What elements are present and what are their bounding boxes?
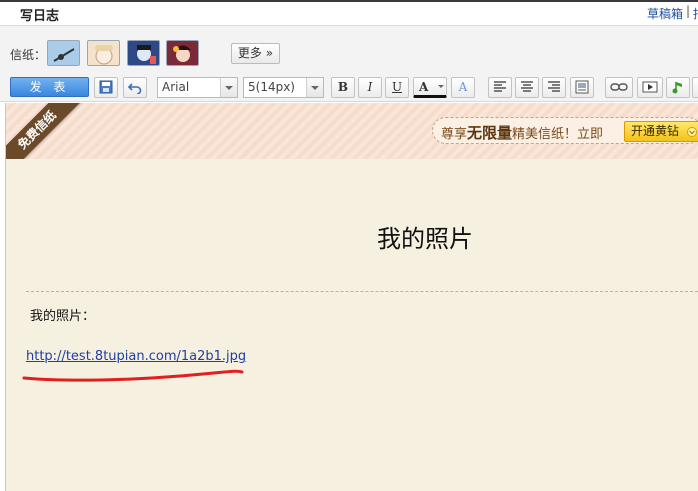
photo-link[interactable]: http://test.8tupian.com/1a2b1.jpg bbox=[26, 349, 246, 364]
font-size-select[interactable]: 5(14px) bbox=[243, 77, 324, 98]
chevron-down-icon bbox=[687, 127, 697, 137]
underline-button[interactable]: U bbox=[385, 77, 409, 98]
font-family-select[interactable]: Arial bbox=[157, 77, 238, 98]
promo-bold: 无限量 bbox=[467, 124, 513, 142]
insert-image-button[interactable] bbox=[570, 77, 594, 98]
title-divider bbox=[26, 291, 698, 292]
top-bar: 写日志 草稿箱 | 指 bbox=[0, 0, 698, 26]
chevron-down-icon bbox=[220, 78, 237, 97]
image-icon bbox=[575, 80, 589, 94]
stationery-thumb-1[interactable] bbox=[47, 40, 80, 66]
promo-button-label: 开通黄钻 bbox=[631, 124, 680, 138]
align-center-button[interactable] bbox=[515, 77, 539, 98]
stationery-row: 信纸： 更多 » bbox=[0, 26, 698, 70]
promo-prefix: 尊享 bbox=[441, 127, 468, 142]
doll-face-icon bbox=[95, 45, 113, 65]
insert-video-button[interactable] bbox=[637, 77, 663, 98]
editor-body[interactable] bbox=[5, 159, 698, 491]
italic-button[interactable]: I bbox=[358, 77, 382, 98]
save-button[interactable] bbox=[94, 77, 118, 98]
red-underline-annotation bbox=[22, 369, 244, 382]
align-right-button[interactable] bbox=[542, 77, 566, 98]
page-title: 写日志 bbox=[20, 9, 60, 24]
promo-text: 尊享无限量精美信纸！立即 bbox=[441, 122, 603, 143]
body-label: 我的照片： bbox=[30, 309, 96, 324]
stationery-thumb-2[interactable] bbox=[87, 40, 120, 66]
promo-suffix: 精美信纸！立即 bbox=[512, 127, 604, 142]
music-note-icon bbox=[672, 82, 682, 94]
video-icon bbox=[642, 81, 658, 93]
header-extra-link[interactable]: 指 bbox=[693, 5, 698, 22]
header-separator: | bbox=[686, 4, 691, 18]
editor-left-border bbox=[5, 103, 6, 491]
more-stationery-button[interactable]: 更多 » bbox=[231, 43, 280, 64]
bold-button[interactable]: B bbox=[331, 77, 355, 98]
editor-toolbar: 发 表 Arial 5(14px) B I U A A bbox=[0, 70, 698, 102]
align-left-icon bbox=[494, 81, 506, 92]
insert-link-button[interactable] bbox=[605, 77, 633, 98]
font-color-button[interactable]: A bbox=[413, 77, 447, 98]
link-icon bbox=[610, 83, 628, 91]
character-icon bbox=[137, 45, 156, 64]
align-left-button[interactable] bbox=[488, 77, 512, 98]
publish-button[interactable]: 发 表 bbox=[10, 77, 89, 97]
font-family-value: Arial bbox=[162, 80, 190, 94]
more-tools-button[interactable] bbox=[692, 77, 698, 98]
font-size-value: 5(14px) bbox=[248, 80, 295, 94]
stationery-thumb-4[interactable] bbox=[166, 40, 199, 66]
undo-button[interactable] bbox=[123, 77, 147, 98]
chevron-down-icon bbox=[306, 78, 323, 97]
stationery-thumb-3[interactable] bbox=[127, 40, 160, 66]
stationery-label: 信纸： bbox=[10, 48, 47, 62]
document-title[interactable]: 我的照片 bbox=[377, 219, 473, 254]
insert-music-button[interactable] bbox=[666, 77, 690, 98]
undo-icon bbox=[127, 83, 142, 95]
highlight-button[interactable]: A bbox=[451, 77, 475, 98]
yellow-diamond-button[interactable]: 开通黄钻 bbox=[624, 121, 698, 142]
align-center-icon bbox=[521, 81, 533, 92]
font-color-label: A bbox=[419, 80, 429, 94]
save-icon bbox=[99, 80, 113, 94]
align-right-icon bbox=[548, 81, 560, 92]
drafts-link[interactable]: 草稿箱 bbox=[647, 5, 683, 22]
dropdown-arrow-icon bbox=[438, 85, 444, 88]
doll-icon bbox=[173, 45, 191, 62]
stationery-thumb-icon bbox=[53, 48, 75, 62]
